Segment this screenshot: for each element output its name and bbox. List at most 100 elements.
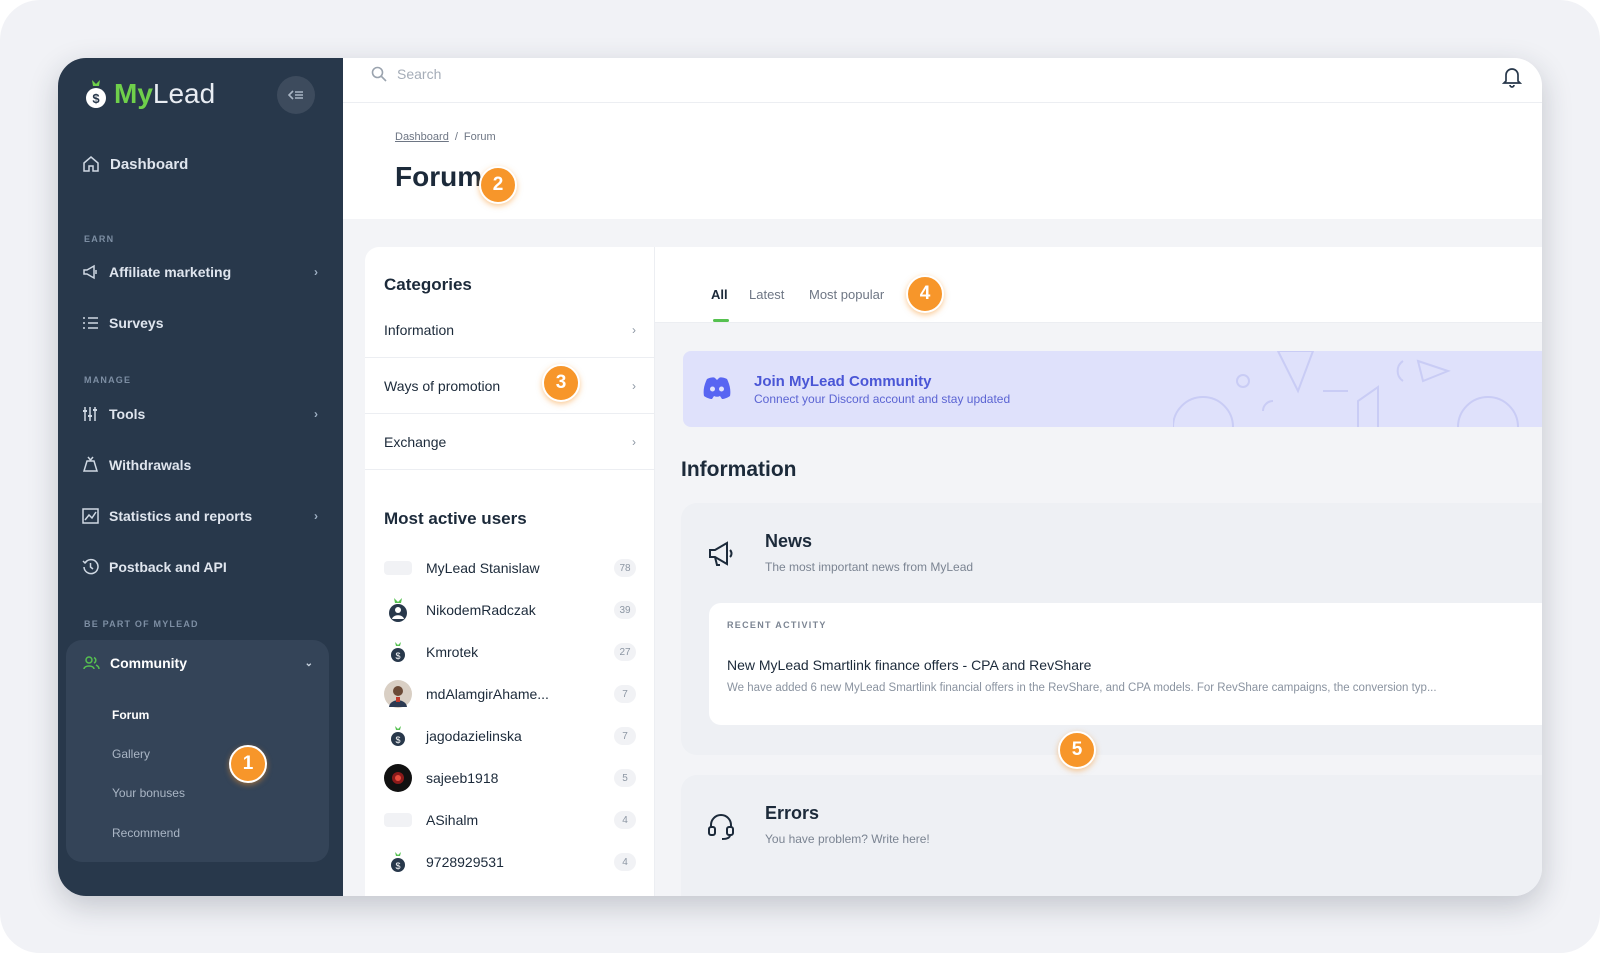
user-post-count: 4 bbox=[614, 853, 636, 871]
category-label: Information bbox=[384, 321, 455, 338]
recent-activity-box[interactable]: RECENT ACTIVITY New MyLead Smartlink fin… bbox=[709, 603, 1542, 725]
brand-prefix: My bbox=[114, 78, 153, 109]
nav-dashboard[interactable]: Dashboard bbox=[82, 155, 318, 173]
user-name: MyLead Stanislaw bbox=[426, 560, 540, 576]
tab-most-popular[interactable]: Most popular bbox=[809, 287, 884, 302]
active-tab-indicator bbox=[713, 319, 729, 322]
money-bag-outline-icon bbox=[82, 456, 99, 472]
money-bag-icon: $ bbox=[86, 80, 106, 108]
search-icon bbox=[371, 66, 387, 82]
categories-heading: Categories bbox=[384, 275, 472, 294]
tab-all[interactable]: All bbox=[711, 287, 728, 302]
user-row[interactable]: sajeeb1918 5 bbox=[384, 764, 636, 792]
sliders-icon bbox=[83, 407, 97, 421]
nav-affiliate-label: Affiliate marketing bbox=[109, 264, 232, 280]
category-label: Ways of promotion bbox=[384, 377, 501, 394]
discord-subtitle: Connect your Discord account and stay up… bbox=[754, 392, 1011, 406]
user-post-count: 27 bbox=[614, 643, 636, 661]
dark-photo-icon bbox=[392, 772, 404, 784]
chevron-right-icon: › bbox=[632, 322, 636, 337]
nav-statistics-label: Statistics and reports bbox=[109, 508, 253, 524]
forum-category-card-news[interactable]: News The most important news from MyLead… bbox=[681, 503, 1542, 755]
avatar bbox=[384, 813, 412, 827]
nav-tools-label: Tools bbox=[109, 406, 146, 422]
collapse-sidebar-button[interactable] bbox=[277, 76, 315, 114]
section-label-manage: MANAGE bbox=[84, 375, 132, 385]
money-bag-avatar-icon bbox=[389, 598, 407, 622]
category-ways-of-promotion[interactable]: Ways of promotion › bbox=[365, 358, 655, 414]
user-row[interactable]: $ jagodazielinska 7 bbox=[384, 722, 636, 750]
nav-affiliate-marketing[interactable]: Affiliate marketing › bbox=[82, 264, 318, 280]
user-name: sajeeb1918 bbox=[426, 770, 499, 786]
user-name: mdAlamgirAhame... bbox=[426, 686, 549, 702]
sub-nav-gallery[interactable]: Gallery bbox=[112, 747, 150, 761]
user-post-count: 39 bbox=[614, 601, 636, 619]
breadcrumb-current: Forum bbox=[463, 131, 496, 143]
app-window: $ MyLead Dashboard EARN Affiliate market… bbox=[58, 58, 1542, 896]
money-bag-avatar-icon: $ bbox=[391, 642, 405, 662]
brand-name: MyLead bbox=[114, 78, 215, 110]
nav-dashboard-label: Dashboard bbox=[110, 155, 189, 173]
user-post-count: 7 bbox=[614, 685, 636, 703]
user-row[interactable]: ASihalm 4 bbox=[384, 806, 636, 834]
user-post-count: 78 bbox=[614, 559, 636, 577]
categories-panel: Categories Information › Ways of promoti… bbox=[365, 247, 655, 896]
nav-surveys[interactable]: Surveys bbox=[82, 315, 318, 331]
discord-icon bbox=[703, 377, 731, 399]
nav-postback-api[interactable]: Postback and API bbox=[82, 558, 318, 575]
search-input[interactable] bbox=[397, 66, 697, 82]
avatar bbox=[384, 561, 412, 575]
user-row[interactable]: MyLead Stanislaw 78 bbox=[384, 554, 636, 582]
users-icon bbox=[83, 656, 100, 670]
recent-post-title[interactable]: New MyLead Smartlink finance offers - CP… bbox=[727, 657, 1091, 673]
section-title-information: Information bbox=[681, 458, 797, 481]
logo[interactable]: $ MyLead bbox=[84, 78, 215, 110]
most-active-users-heading: Most active users bbox=[384, 509, 527, 528]
category-information[interactable]: Information › bbox=[365, 302, 655, 358]
user-row[interactable]: mdAlamgirAhame... 7 bbox=[384, 680, 636, 708]
user-row[interactable]: NikodemRadczak 39 bbox=[384, 596, 636, 624]
category-exchange[interactable]: Exchange › bbox=[365, 414, 655, 470]
notifications-button[interactable] bbox=[1501, 66, 1523, 93]
page-title: Forum bbox=[395, 161, 483, 192]
user-name: Kmrotek bbox=[426, 644, 479, 660]
nav-statistics[interactable]: Statistics and reports › bbox=[82, 508, 318, 524]
money-bag-avatar-icon: $ bbox=[391, 852, 405, 872]
breadcrumb-dashboard-link[interactable]: Dashboard bbox=[395, 131, 449, 143]
card-title-news: News bbox=[765, 531, 813, 551]
avatar: $ bbox=[384, 638, 412, 666]
tab-latest[interactable]: Latest bbox=[749, 287, 784, 302]
bell-icon bbox=[1501, 68, 1523, 88]
user-row[interactable]: $ 9728929531 4 bbox=[384, 848, 636, 876]
avatar bbox=[384, 596, 412, 624]
user-post-count: 7 bbox=[614, 727, 636, 745]
discord-banner[interactable]: Join MyLead Community Connect your Disco… bbox=[683, 351, 1542, 427]
breadcrumb: Dashboard / Forum bbox=[395, 131, 496, 143]
user-name: jagodazielinska bbox=[426, 728, 522, 744]
collapse-icon bbox=[288, 90, 303, 100]
avatar: $ bbox=[384, 722, 412, 750]
svg-text:$: $ bbox=[92, 91, 100, 106]
sub-nav-recommend[interactable]: Recommend bbox=[112, 826, 180, 840]
sub-nav-forum[interactable]: Forum bbox=[112, 708, 149, 722]
forum-category-card-errors[interactable]: Errors You have problem? Write here! bbox=[681, 775, 1542, 896]
nav-withdrawals[interactable]: Withdrawals bbox=[82, 456, 318, 473]
megaphone-icon bbox=[83, 264, 97, 280]
user-name: ASihalm bbox=[426, 812, 479, 828]
nav-tools[interactable]: Tools › bbox=[82, 406, 318, 422]
annotation-badge-5: 5 bbox=[1058, 731, 1096, 769]
user-row[interactable]: $ Kmrotek 27 bbox=[384, 638, 636, 666]
section-label-be-part: BE PART OF MYLEAD bbox=[84, 619, 199, 629]
sub-nav-your-bonuses[interactable]: Your bonuses bbox=[112, 786, 185, 800]
nav-community[interactable]: Community ⌄ bbox=[83, 655, 313, 671]
avatar: $ bbox=[384, 848, 412, 876]
card-title-errors: Errors bbox=[765, 803, 820, 823]
page-header: Dashboard / Forum Forum bbox=[343, 103, 1542, 219]
nav-community-label: Community bbox=[110, 655, 187, 671]
sidebar: $ MyLead Dashboard EARN Affiliate market… bbox=[58, 58, 343, 896]
annotation-badge-2: 2 bbox=[479, 166, 517, 204]
nav-withdrawals-label: Withdrawals bbox=[109, 456, 192, 473]
annotation-badge-4: 4 bbox=[906, 275, 944, 313]
chart-icon bbox=[82, 508, 99, 524]
svg-text:$: $ bbox=[395, 735, 400, 745]
